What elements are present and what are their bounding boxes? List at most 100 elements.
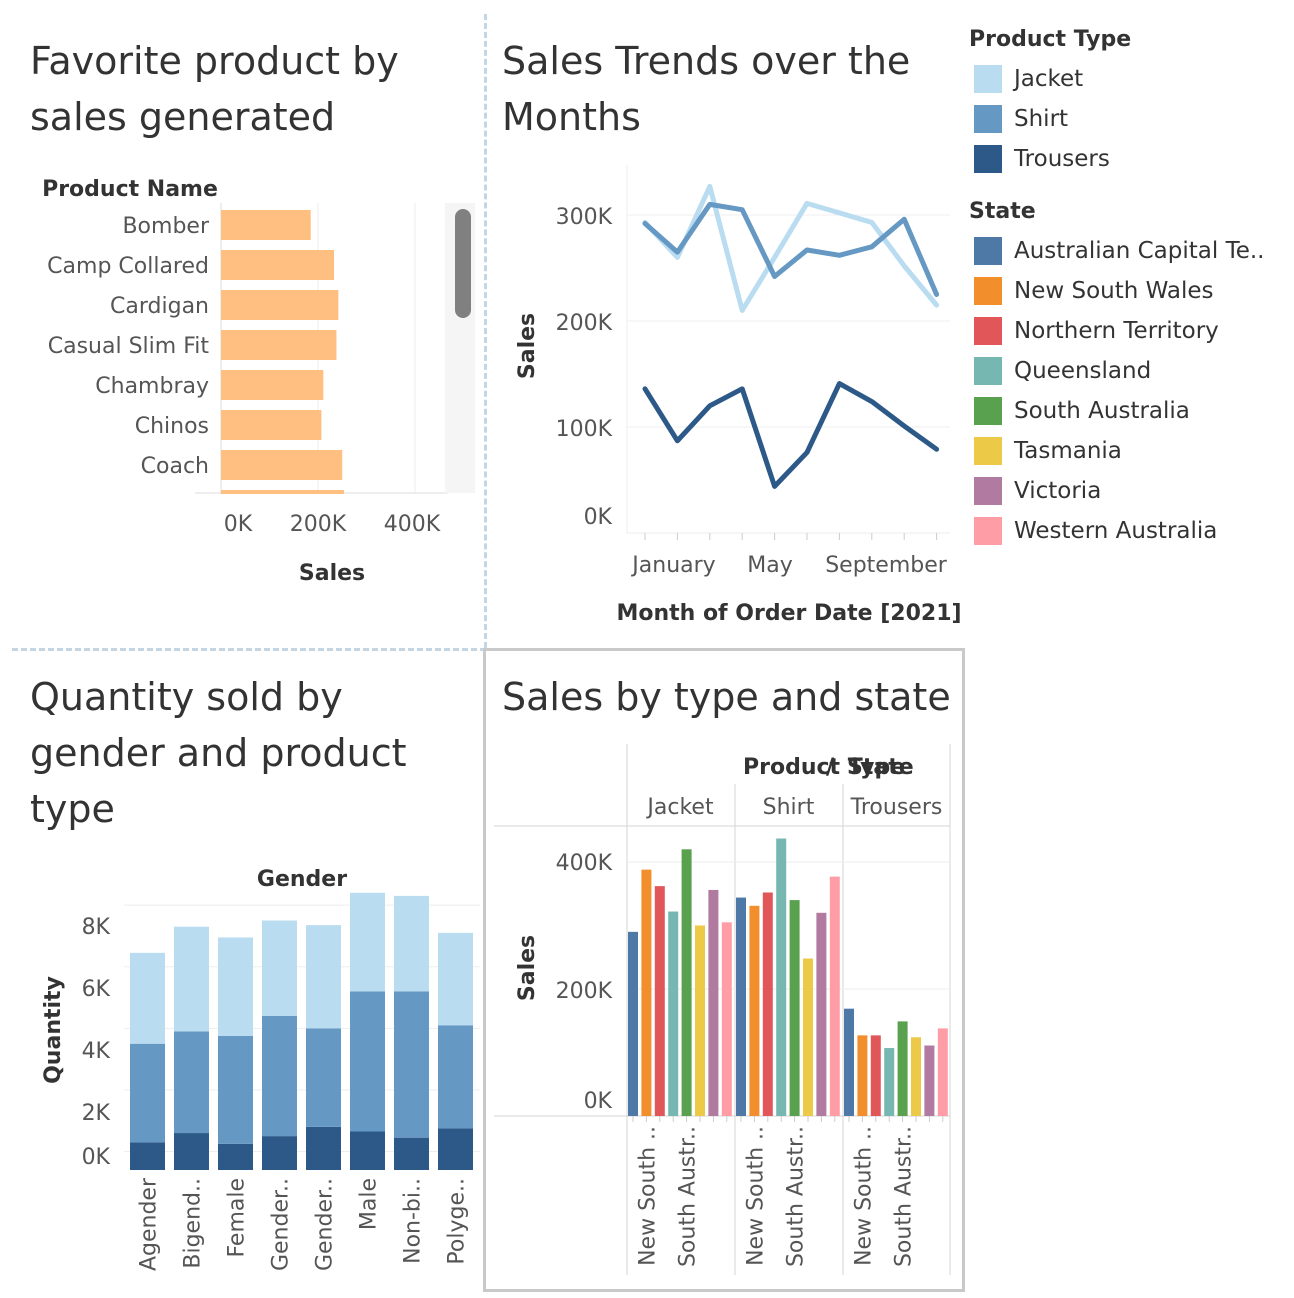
stack-segment-trousers: [174, 1133, 209, 1170]
bar: [221, 210, 311, 240]
series-line-jacket: [642, 183, 940, 313]
stack-segment-shirt: [130, 1043, 165, 1143]
stack-segment-jacket: [262, 920, 297, 1016]
bar: [708, 889, 719, 1116]
category-label: Chambray: [95, 374, 209, 399]
y-axis-title: Quantity: [41, 976, 66, 1084]
y-tick-label: 100K: [556, 417, 613, 442]
y-axis-title: Sales: [515, 935, 540, 1001]
bar: [829, 876, 840, 1116]
x-tick-label: Gender..: [313, 1178, 338, 1271]
bar: [924, 1045, 935, 1116]
stack-segment-trousers: [262, 1136, 297, 1170]
x-tick-label: May: [747, 553, 792, 578]
x-tick-label: Agender: [137, 1177, 162, 1271]
stack-segment-shirt: [438, 1025, 473, 1129]
bar: [221, 370, 324, 400]
y-tick-label: 200K: [556, 979, 613, 1004]
x-tick-label: New South ..: [743, 1126, 768, 1266]
stack-segment-jacket: [438, 932, 473, 1026]
bar: [221, 250, 335, 280]
stack-segment-trousers: [394, 1137, 429, 1170]
charts-canvas: Product Name Bomber Camp Collared Cardigan C…: [41, 165, 962, 1275]
stack-segment-shirt: [262, 1016, 297, 1137]
bar: [628, 931, 638, 1116]
header-state: State: [847, 755, 914, 780]
bar: [221, 410, 322, 440]
stack-segment-trousers: [350, 1131, 385, 1170]
bar: [749, 905, 760, 1116]
group-label: Trousers: [850, 795, 943, 820]
y-tick-label: 0K: [584, 1089, 613, 1114]
bar: [789, 900, 800, 1116]
x-tick-label: New South ..: [635, 1126, 660, 1266]
bar: [221, 330, 337, 360]
group-label: Shirt: [763, 795, 815, 820]
bar: [695, 925, 705, 1116]
x-tick-label: Gender..: [269, 1178, 294, 1271]
x-tick-label: South Austr..: [784, 1126, 809, 1267]
bar-partial: [221, 490, 344, 494]
x-tick-label: South Austr..: [892, 1126, 917, 1267]
stack-segment-trousers: [218, 1143, 253, 1170]
category-label: Coach: [141, 454, 209, 479]
x-tick-label: Non-bi..: [401, 1178, 426, 1264]
bar: [776, 838, 787, 1116]
bar: [937, 1028, 948, 1116]
category-label: Camp Collared: [47, 254, 209, 279]
x-tick-label: New South ..: [851, 1126, 876, 1266]
bar: [654, 886, 665, 1116]
stack-segment-trousers: [130, 1142, 165, 1170]
stack-segment-jacket: [306, 925, 341, 1029]
bar: [762, 892, 773, 1116]
y-tick-label: 0K: [82, 1145, 111, 1170]
header-separator: /: [826, 755, 835, 780]
x-axis-title: Month of Order Date [2021]: [616, 601, 961, 626]
stack-segment-jacket: [174, 926, 209, 1032]
x-tick-label: South Austr..: [676, 1126, 701, 1267]
stack-segment-jacket: [350, 892, 385, 992]
y-tick-label: 400K: [556, 851, 613, 876]
stack-segment-jacket: [130, 952, 165, 1044]
bar: [884, 1048, 895, 1116]
bar: [803, 958, 813, 1116]
x-axis-title: Sales: [299, 561, 365, 586]
y-tick-label: 4K: [82, 1039, 111, 1064]
y-tick-label: 200K: [556, 311, 613, 336]
bar: [221, 450, 343, 480]
y-tick-label: 8K: [82, 915, 111, 940]
stack-segment-shirt: [306, 1028, 341, 1127]
x-tick-label: Polyge..: [445, 1178, 470, 1265]
stack-segment-shirt: [174, 1031, 209, 1134]
bar: [844, 1008, 854, 1116]
bar: [897, 1021, 908, 1116]
stack-segment-shirt: [218, 1036, 253, 1144]
x-tick-label: 400K: [384, 512, 441, 537]
row-header: Product Name: [42, 177, 218, 202]
stack-segment-shirt: [394, 991, 429, 1138]
bar: [221, 290, 339, 320]
y-tick-label: 300K: [556, 205, 613, 230]
bar: [736, 897, 746, 1116]
bar: [911, 1037, 921, 1116]
stack-segment-shirt: [350, 991, 385, 1132]
x-tick-label: Female: [225, 1178, 250, 1258]
stack-segment-trousers: [306, 1126, 341, 1170]
x-tick-label: September: [825, 553, 948, 578]
bar: [641, 869, 652, 1116]
bar: [668, 911, 679, 1116]
category-label: Cardigan: [110, 294, 209, 319]
column-header: Gender: [257, 867, 347, 892]
bar: [816, 912, 827, 1116]
y-axis-title: Sales: [515, 313, 540, 379]
group-label: Jacket: [645, 795, 714, 820]
x-tick-label: Male: [357, 1178, 382, 1230]
y-tick-label: 6K: [82, 977, 111, 1002]
category-label: Bomber: [122, 214, 209, 239]
x-tick-label: Bigend..: [181, 1178, 206, 1269]
category-label: Chinos: [135, 414, 209, 439]
stack-segment-jacket: [394, 895, 429, 992]
y-tick-label: 0K: [584, 505, 613, 530]
bar: [870, 1035, 881, 1116]
scrollbar-thumb: [455, 209, 471, 318]
